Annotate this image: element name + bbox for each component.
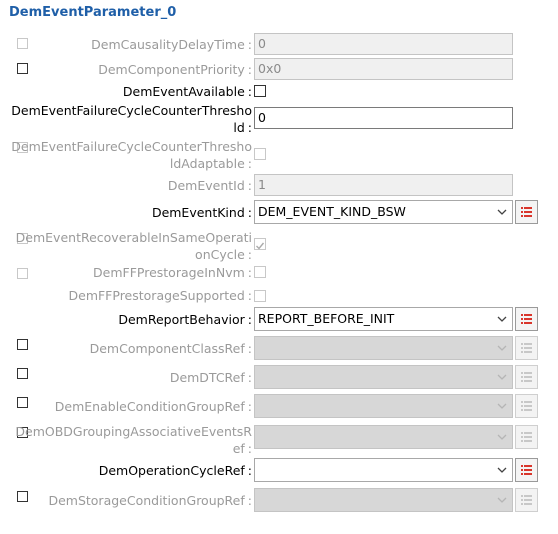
dtc-ref-select (254, 365, 513, 389)
select-value: DEM_EVENT_KIND_BSW (258, 204, 406, 219)
failure-threshold-adaptable-checkbox (254, 148, 266, 160)
field-label: DemEventId: (167, 178, 252, 193)
field-label: DemComponentClassRef: (89, 341, 252, 356)
select-value: REPORT_BEFORE_INIT (258, 311, 395, 326)
check-icon (256, 242, 265, 250)
field-label: DemEventAvailable: (122, 84, 252, 99)
field-label: DemOperationCycleRef: (98, 463, 252, 478)
page-title: DemEventParameter_0 (9, 5, 177, 20)
list-icon (521, 465, 532, 475)
row-enable-checkbox[interactable] (17, 339, 28, 350)
field-label: DemEventRecoverableInSameOperati onCycle: (15, 230, 252, 262)
field-label: DemStorageConditionGroupRef: (48, 493, 252, 508)
field-label: DemCausalityDelayTime: (91, 37, 252, 52)
list-icon (521, 401, 532, 411)
field-label: DemDTCRef: (169, 370, 252, 385)
operation-cycle-ref-browse-button[interactable] (515, 458, 538, 482)
dtc-ref-browse-button (515, 365, 538, 389)
component-class-ref-browse-button (515, 336, 538, 360)
field-label: DemFFPrestorageInNvm: (93, 265, 252, 280)
list-icon (521, 495, 532, 505)
enable-condition-group-ref-browse-button (515, 394, 538, 418)
chevron-down-icon (497, 345, 507, 351)
field-label: DemEnableConditionGroupRef: (54, 399, 252, 414)
chevron-down-icon (497, 434, 507, 440)
component-class-ref-select (254, 336, 513, 360)
chevron-down-icon (497, 497, 507, 503)
storage-condition-group-ref-select (254, 488, 513, 512)
chevron-down-icon (497, 467, 507, 473)
event-available-checkbox[interactable] (254, 85, 266, 97)
row-enable-checkbox[interactable] (17, 491, 28, 502)
event-id-field: 1 (254, 174, 513, 196)
operation-cycle-ref-select[interactable] (254, 458, 513, 482)
report-behavior-browse-button[interactable] (515, 307, 538, 331)
field-label: DemEventFailureCycleCounterThresho ldAdap… (11, 139, 252, 171)
field-label: DemEventKind: (151, 205, 252, 220)
component-priority-field: 0x0 (254, 58, 513, 80)
failure-threshold-field[interactable]: 0 (254, 107, 513, 129)
row-enable-checkbox[interactable] (17, 368, 28, 379)
field-label: DemEventFailureCycleCounterThresho ld: (11, 103, 252, 135)
ff-prestorage-nvm-checkbox (254, 266, 266, 278)
list-icon (521, 207, 532, 217)
ff-prestorage-supported-checkbox (254, 290, 266, 302)
row-enable-checkbox[interactable] (17, 63, 28, 74)
recoverable-checkbox (254, 238, 266, 250)
report-behavior-select[interactable]: REPORT_BEFORE_INIT (254, 307, 513, 331)
field-label: DemReportBehavior: (118, 312, 252, 327)
event-kind-browse-button[interactable] (515, 200, 538, 224)
list-icon (521, 432, 532, 442)
chevron-down-icon (497, 374, 507, 380)
chevron-down-icon (497, 316, 507, 322)
field-label: DemFFPrestorageSupported: (68, 288, 253, 303)
event-kind-select[interactable]: DEM_EVENT_KIND_BSW (254, 200, 513, 224)
row-enable-checkbox[interactable] (17, 397, 28, 408)
list-icon (521, 372, 532, 382)
row-enable-checkbox (17, 268, 28, 279)
list-icon (521, 314, 532, 324)
obd-grouping-ref-select (254, 425, 513, 449)
chevron-down-icon (497, 209, 507, 215)
enable-condition-group-ref-select (254, 394, 513, 418)
list-icon (521, 343, 532, 353)
field-label: DemOBDGroupingAssociativeEventsR ef: (15, 424, 252, 456)
causality-delay-time-field: 0 (254, 33, 513, 55)
field-label: DemComponentPriority: (98, 62, 252, 77)
obd-grouping-ref-browse-button (515, 425, 538, 449)
row-enable-checkbox (17, 38, 28, 49)
storage-condition-group-ref-browse-button (515, 488, 538, 512)
chevron-down-icon (497, 403, 507, 409)
